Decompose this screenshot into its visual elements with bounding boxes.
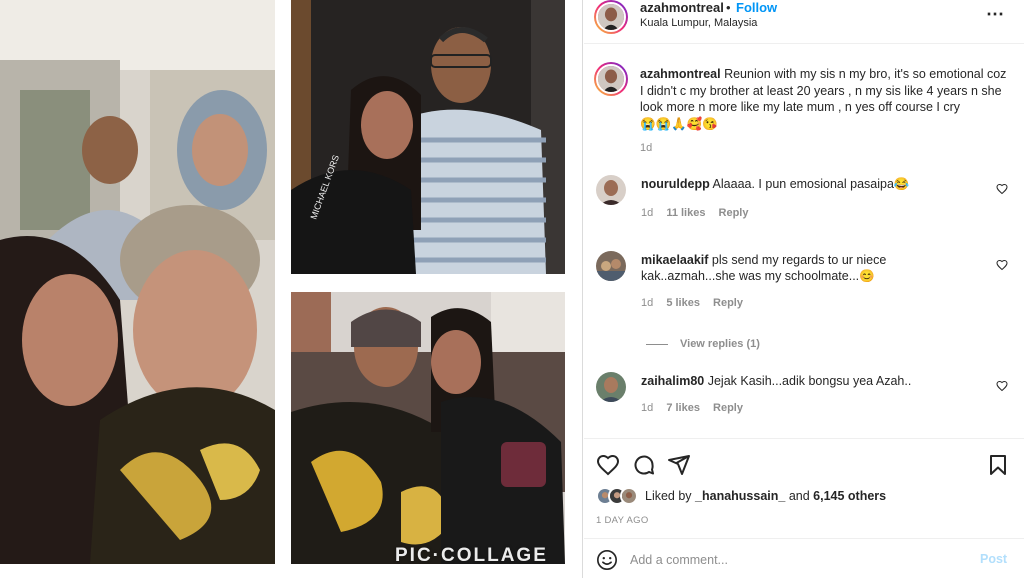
comment-icon[interactable] (632, 453, 656, 477)
comment-username[interactable]: mikaelaakif (641, 253, 708, 267)
header-separator: • (726, 0, 731, 15)
comment-meta: 1d 7 likes Reply (641, 402, 753, 414)
send-icon[interactable] (667, 453, 691, 477)
comment-likes[interactable]: 7 likes (666, 402, 700, 414)
post-panel: azahmontreal • Follow Kuala Lumpur, Mala… (584, 0, 1024, 578)
caption-age: 1d (640, 142, 653, 154)
comment-age: 1d (641, 297, 654, 309)
comment-age: 1d (641, 402, 654, 414)
more-options-icon[interactable]: ⋯ (986, 4, 1005, 25)
comment-heart-icon[interactable] (996, 183, 1008, 195)
comment-meta: 1d 5 likes Reply (641, 297, 753, 309)
caption-username[interactable]: azahmontreal (640, 67, 721, 81)
comment-age: 1d (641, 207, 654, 219)
view-replies-button[interactable]: View replies (1) (646, 338, 760, 350)
replies-divider-line (646, 343, 668, 345)
caption-text-block: azahmontreal Reunion with my sis n my br… (640, 66, 1010, 132)
comment-username[interactable]: zaihalim80 (641, 374, 704, 388)
post-header: azahmontreal • Follow Kuala Lumpur, Mala… (584, 0, 1024, 44)
liked-by-text: Liked by _hanahussain_ and 6,145 others (645, 489, 886, 503)
caption-avatar[interactable] (594, 62, 628, 96)
picollage-watermark: PIC·COLLAGE (395, 545, 548, 566)
liked-by-prefix: Liked by (645, 489, 696, 503)
liked-by-user[interactable]: _hanahussain_ (695, 489, 785, 503)
bookmark-icon[interactable] (986, 453, 1010, 477)
comment-text: Alaaaa. I pun emosional pasaipa😂 (712, 177, 910, 191)
liked-by-middle: and (785, 489, 814, 503)
author-username[interactable]: azahmontreal (640, 0, 724, 15)
comment-body: mikaelaakif pls send my regards to ur ni… (641, 252, 981, 284)
view-replies-label: View replies (1) (680, 338, 760, 350)
comment-body: nouruldepp Alaaaa. I pun emosional pasai… (641, 176, 981, 192)
comment-input[interactable] (630, 549, 960, 571)
post-location[interactable]: Kuala Lumpur, Malaysia (640, 17, 757, 29)
comment-body: zaihalim80 Jejak Kasih...adik bongsu yea… (641, 373, 981, 389)
comment-heart-icon[interactable] (996, 259, 1008, 271)
liker-avatar[interactable] (620, 487, 638, 505)
reply-button[interactable]: Reply (719, 207, 749, 219)
emoji-icon[interactable] (596, 549, 618, 571)
post-actions: Liked by _hanahussain_ and 6,145 others … (584, 438, 1024, 538)
comment-username[interactable]: nouruldepp (641, 177, 710, 191)
collage-photo-selfie (0, 0, 275, 564)
comment-heart-icon[interactable] (996, 380, 1008, 392)
collage-photo-sister (291, 292, 565, 564)
reply-button[interactable]: Reply (713, 402, 743, 414)
add-comment-bar: Post (584, 538, 1024, 578)
comment-text: Jejak Kasih...adik bongsu yea Azah.. (707, 374, 912, 388)
commenter-avatar[interactable] (596, 372, 626, 402)
caption-emojis: 😭😭🙏🥰😘 (640, 116, 718, 131)
follow-button[interactable]: Follow (736, 0, 777, 15)
commenter-avatar[interactable] (596, 251, 626, 281)
comment-likes[interactable]: 11 likes (666, 207, 705, 219)
reply-button[interactable]: Reply (713, 297, 743, 309)
collage-photo-brother: MICHAEL KORS (291, 0, 565, 274)
heart-icon[interactable] (596, 453, 620, 477)
comment-meta: 1d 11 likes Reply (641, 207, 759, 219)
author-avatar[interactable] (594, 0, 628, 34)
post-timestamp[interactable]: 1 DAY AGO (596, 515, 649, 526)
comment-likes[interactable]: 5 likes (666, 297, 700, 309)
commenter-avatar[interactable] (596, 175, 626, 205)
likes-count[interactable]: 6,145 others (813, 489, 886, 503)
post-media[interactable]: MICHAEL KORS PIC·COLLAGE (0, 0, 583, 578)
post-comment-button[interactable]: Post (980, 552, 1007, 566)
